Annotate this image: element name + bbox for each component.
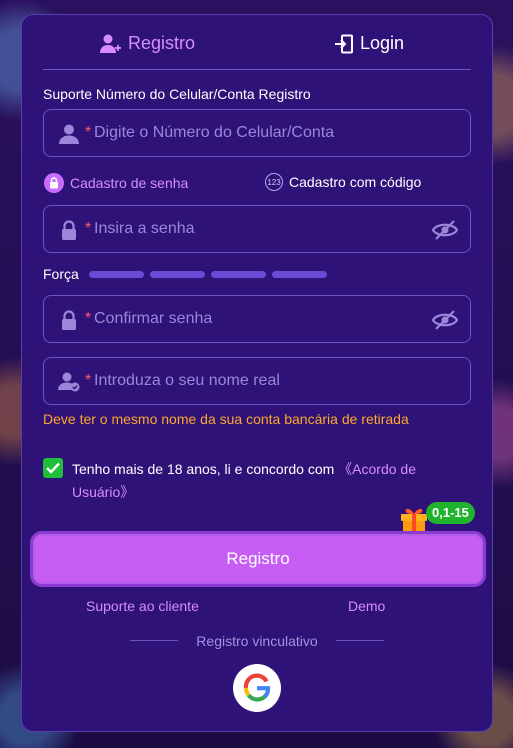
tab-login-label: Login <box>360 33 405 53</box>
lock-icon <box>62 220 76 240</box>
agreement-statement: Tenho mais de 18 anos, li e concordo com <box>72 461 339 477</box>
user-check-icon <box>58 372 80 392</box>
add-user-icon <box>100 34 121 53</box>
confirm-password-field[interactable]: * Confirmar senha <box>43 295 471 343</box>
google-login-button[interactable] <box>233 664 281 712</box>
required-mark: * <box>85 310 92 327</box>
confirm-password-placeholder: Confirmar senha <box>94 310 213 327</box>
register-panel: Registro Login Suporte Número do Celular… <box>21 14 493 732</box>
bonus-badge: 0,1-15 <box>426 502 475 524</box>
demo-link[interactable]: Demo <box>348 598 385 614</box>
agreement-checkbox[interactable] <box>43 458 63 478</box>
binding-register-label: Registro vinculativo <box>196 633 318 649</box>
user-icon <box>59 124 79 144</box>
login-icon <box>335 34 353 53</box>
strength-segment <box>89 271 144 278</box>
strength-segment <box>150 271 205 278</box>
tab-register-label: Registro <box>128 33 196 53</box>
google-icon <box>243 673 271 702</box>
section-label: Suporte Número do Celular/Conta Registro <box>43 86 311 102</box>
code-123-icon: 123 <box>265 173 283 191</box>
eye-off-icon[interactable] <box>432 218 458 242</box>
tab-register[interactable]: Registro <box>100 33 195 54</box>
strength-segment <box>211 271 266 278</box>
phone-account-field[interactable]: * Digite o Número do Celular/Conta <box>43 109 471 157</box>
strength-segment <box>272 271 327 278</box>
tab-login[interactable]: Login <box>334 33 404 54</box>
bank-name-warning: Deve ter o mesmo nome da sua conta bancá… <box>43 411 409 427</box>
agreement-text: Tenho mais de 18 anos, li e concordo com… <box>72 458 472 504</box>
lock-badge-icon <box>44 173 64 193</box>
eye-off-icon[interactable] <box>432 308 458 332</box>
divider-line-right <box>336 640 384 641</box>
required-mark: * <box>85 124 92 141</box>
code-signup-option[interactable]: 123 Cadastro com código <box>265 173 421 191</box>
code-signup-label: Cadastro com código <box>289 174 422 190</box>
password-signup-label: Cadastro de senha <box>70 175 189 191</box>
tab-divider <box>43 69 471 70</box>
customer-support-link[interactable]: Suporte ao cliente <box>86 598 199 614</box>
register-button[interactable]: Registro <box>30 531 486 587</box>
password-signup-option[interactable]: Cadastro de senha <box>44 173 188 193</box>
required-mark: * <box>85 372 92 389</box>
real-name-field[interactable]: * Introduza o seu nome real <box>43 357 471 405</box>
password-placeholder: Insira a senha <box>94 220 195 237</box>
lock-icon <box>62 310 76 330</box>
required-mark: * <box>85 220 92 237</box>
password-field[interactable]: * Insira a senha <box>43 205 471 253</box>
checkmark-icon <box>46 462 60 474</box>
phone-account-placeholder: Digite o Número do Celular/Conta <box>94 124 335 141</box>
strength-label: Força <box>43 266 79 282</box>
tab-bar: Registro Login <box>22 15 492 71</box>
real-name-placeholder: Introduza o seu nome real <box>94 372 280 389</box>
